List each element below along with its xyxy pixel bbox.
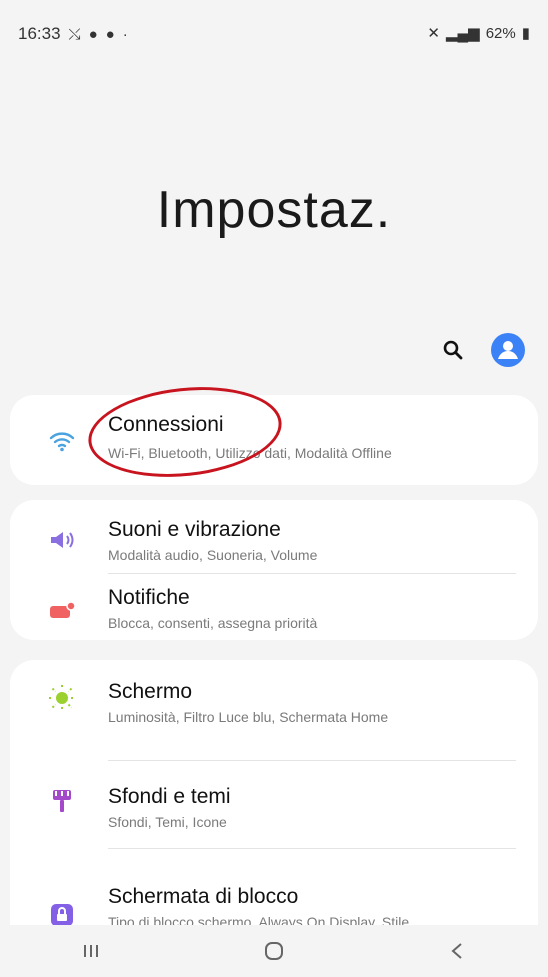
battery-percentage: 62% [485, 24, 516, 42]
back-icon [451, 943, 462, 959]
speaker-icon [48, 526, 76, 554]
settings-item-subtitle: Wi-Fi, Bluetooth, Utilizzo dati, Modalit… [108, 445, 392, 461]
notification-icon [48, 596, 76, 624]
account-button[interactable] [490, 332, 526, 368]
recent-apps-icon [84, 945, 99, 957]
settings-item-title: Schermata di blocco [108, 885, 299, 908]
wifi-icon [48, 427, 76, 455]
back-button[interactable] [427, 931, 487, 971]
more-notifications-icon: · [122, 25, 128, 43]
search-button[interactable] [442, 339, 464, 361]
settings-item-title: Suoni e vibrazione [108, 518, 281, 541]
missed-call-icon: ⤯ [68, 25, 81, 43]
settings-item-notifiche[interactable]: Notifiche Blocca, consenti, assegna prio… [10, 574, 538, 640]
brush-icon [48, 787, 76, 815]
recent-apps-button[interactable] [61, 931, 121, 971]
settings-item-subtitle: Luminosità, Filtro Luce blu, Schermata H… [108, 709, 389, 725]
settings-card-sound: Suoni e vibrazione Modalità audio, Suone… [10, 500, 538, 640]
mute-icon: ✕ [427, 25, 440, 42]
settings-item-schermo[interactable]: Schermo Luminosità, Filtro Luce blu, Sch… [10, 660, 538, 732]
settings-item-subtitle: Modalità audio, Suoneria, Volume [108, 547, 318, 563]
settings-item-title: Schermo [108, 680, 193, 703]
navigation-bar [0, 925, 548, 977]
settings-card-display: Schermo Luminosità, Filtro Luce blu, Sch… [10, 660, 538, 960]
home-icon [264, 942, 283, 960]
settings-item-sfondi[interactable]: Sfondi e temi Sfondi, Temi, Icone [10, 761, 538, 849]
settings-item-suoni[interactable]: Suoni e vibrazione Modalità audio, Suone… [10, 500, 538, 570]
settings-item-title: Sfondi e temi [108, 785, 231, 808]
settings-item-subtitle: Blocca, consenti, assegna priorità [108, 615, 318, 631]
page-title: Impostaz. [156, 181, 392, 239]
settings-card-connections: Connessioni Wi-Fi, Bluetooth, Utilizzo d… [10, 395, 538, 485]
settings-item-title: Connessioni [108, 413, 224, 436]
signal-icon: ▂▄▆ [446, 25, 480, 42]
search-icon [443, 340, 463, 360]
app-notification-icon-2: ● [105, 25, 115, 43]
home-button[interactable] [244, 931, 304, 971]
settings-item-title: Notifiche [108, 586, 190, 609]
status-left: 16:33 ⤯ ● ● · [18, 24, 128, 44]
account-icon [491, 333, 525, 367]
status-time: 16:33 [18, 24, 61, 43]
settings-item-subtitle: Sfondi, Temi, Icone [108, 814, 227, 830]
top-actions [442, 332, 526, 368]
status-right: ✕ ▂▄▆ 62% ▮ [427, 24, 530, 43]
sun-icon [48, 684, 76, 712]
status-bar: 16:33 ⤯ ● ● · ✕ ▂▄▆ 62% ▮ [0, 0, 548, 60]
settings-item-connessioni[interactable]: Connessioni Wi-Fi, Bluetooth, Utilizzo d… [10, 395, 538, 485]
app-notification-icon: ● [88, 25, 98, 43]
battery-icon: ▮ [521, 25, 530, 42]
